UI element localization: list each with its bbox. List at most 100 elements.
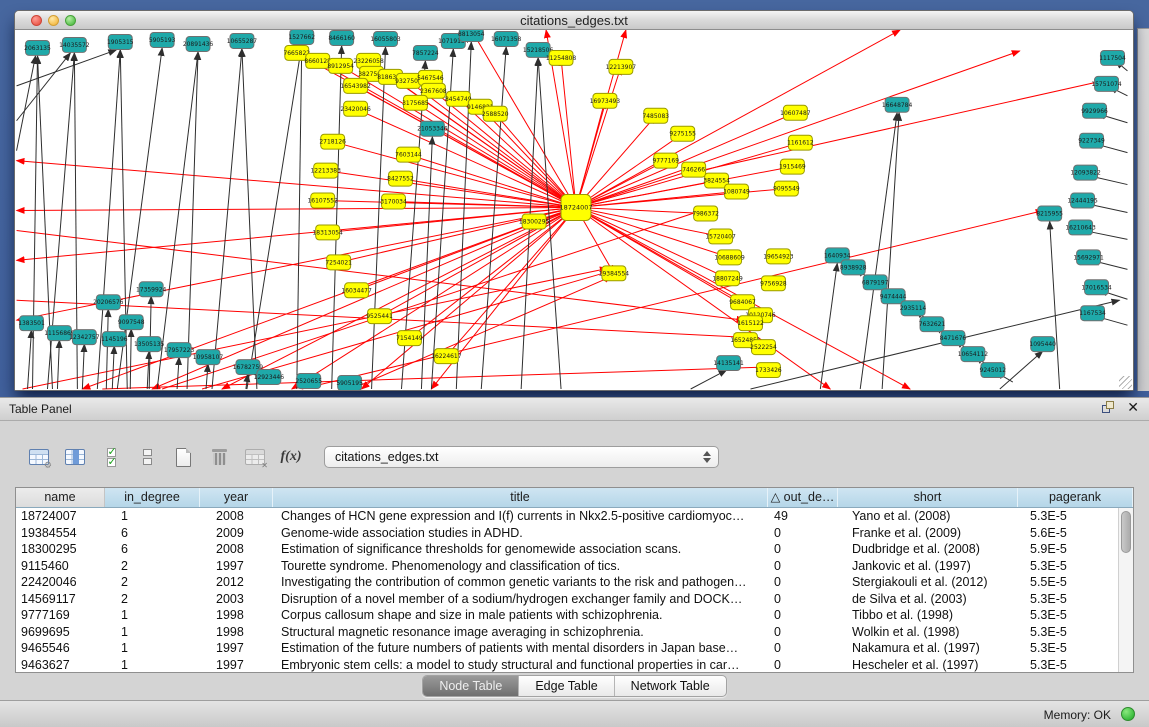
column-header-5[interactable]: short — [838, 488, 1018, 507]
graph-node[interactable]: 7603144 — [395, 147, 422, 162]
tab-network-table[interactable]: Network Table — [615, 676, 726, 696]
table-row[interactable]: 1938455462009Genome-wide association stu… — [16, 525, 1118, 542]
tab-node-table[interactable]: Node Table — [423, 676, 519, 696]
tab-edge-table[interactable]: Edge Table — [519, 676, 614, 696]
table-selector-dropdown[interactable]: citations_edges.txt — [324, 446, 719, 468]
background-window-edge[interactable] — [1137, 28, 1149, 391]
graph-node[interactable]: 9245012 — [980, 363, 1007, 378]
float-panel-icon[interactable] — [1102, 401, 1115, 414]
graph-node[interactable]: 10688609 — [714, 250, 745, 265]
graph-node[interactable]: 2522254 — [750, 340, 777, 355]
graph-node[interactable]: 16543982 — [340, 78, 371, 93]
graph-node[interactable]: 2718126 — [319, 134, 346, 149]
graph-node[interactable]: 7857224 — [412, 45, 439, 60]
graph-node[interactable]: 1080749 — [723, 184, 750, 199]
table-scrollbar-thumb[interactable] — [1121, 511, 1131, 553]
graph-node[interactable]: 15720407 — [705, 229, 736, 244]
graph-node[interactable]: 10607487 — [780, 105, 811, 120]
graph-node[interactable]: 19384554 — [599, 266, 630, 281]
graph-node[interactable]: 12093822 — [1070, 165, 1101, 180]
graph-node[interactable]: 16224617 — [431, 349, 462, 364]
graph-node[interactable]: 15692971 — [1073, 250, 1104, 265]
graph-node[interactable]: 9095549 — [773, 181, 800, 196]
graph-node[interactable]: 18300295 — [519, 214, 550, 229]
graph-node[interactable]: 9929966 — [1081, 103, 1108, 118]
graph-node[interactable]: 12342757 — [69, 330, 100, 345]
graph-node[interactable]: 1915469 — [779, 159, 806, 174]
graph-node[interactable]: 14135141 — [713, 356, 744, 371]
graph-node[interactable]: 20891436 — [183, 36, 214, 51]
graph-node[interactable]: 10958107 — [193, 350, 224, 365]
network-window-titlebar[interactable]: citations_edges.txt — [15, 11, 1133, 30]
graph-node[interactable]: 1095440 — [1029, 337, 1056, 352]
graph-node[interactable]: 8813054 — [458, 30, 485, 41]
graph-node[interactable]: 1117504 — [1099, 50, 1126, 65]
column-header-3[interactable]: title — [273, 488, 768, 507]
graph-node[interactable]: 8912954 — [327, 58, 354, 73]
graph-node[interactable]: 10655287 — [227, 33, 258, 48]
table-row[interactable]: 969969511998Structural magnetic resonanc… — [16, 624, 1118, 641]
close-panel-icon[interactable]: ✕ — [1127, 401, 1139, 414]
graph-node[interactable]: 2935114 — [900, 301, 927, 316]
graph-node[interactable]: 18807249 — [712, 271, 743, 286]
graph-node[interactable]: 8215955 — [1036, 206, 1063, 221]
graph-node[interactable]: 3170034 — [380, 194, 407, 209]
graph-node[interactable]: 7632621 — [919, 317, 946, 332]
graph-node[interactable]: 17016534 — [1081, 280, 1112, 295]
graph-node[interactable]: 8466160 — [328, 30, 355, 45]
graph-node[interactable]: 2520655 — [295, 374, 322, 389]
graph-node[interactable]: 6879197 — [862, 275, 889, 290]
column-visibility-icon[interactable] — [60, 443, 90, 471]
rows-icon[interactable] — [132, 443, 162, 471]
graph-node[interactable]: 13505135 — [134, 337, 165, 352]
graph-node[interactable]: 9097548 — [118, 315, 145, 330]
graph-node[interactable]: 21053346 — [417, 121, 448, 136]
graph-node[interactable]: 18313054 — [312, 225, 343, 240]
delete-table-icon[interactable]: ✕ — [240, 443, 270, 471]
graph-node[interactable]: 10654112 — [958, 347, 989, 362]
column-header-6[interactable]: pagerank — [1018, 488, 1133, 507]
graph-node[interactable]: 17359924 — [136, 282, 167, 297]
graph-node[interactable]: 12923446 — [254, 370, 285, 385]
row-checklist-icon[interactable] — [96, 443, 126, 471]
graph-node[interactable]: 1167534 — [1079, 306, 1106, 321]
graph-node[interactable]: 11254808 — [546, 50, 577, 65]
graph-node[interactable]: 16034477 — [341, 283, 372, 298]
graph-node[interactable]: 1383501 — [18, 316, 45, 331]
graph-node[interactable]: 17957223 — [164, 343, 195, 358]
graph-node[interactable]: 7154149 — [396, 331, 423, 346]
graph-node[interactable]: 1905315 — [107, 34, 134, 49]
graph-node[interactable]: 1615122 — [737, 316, 764, 331]
graph-node[interactable]: 9777169 — [652, 153, 679, 168]
graph-node[interactable]: 9756928 — [760, 276, 787, 291]
window-resize-grip[interactable] — [1119, 376, 1132, 389]
graph-node[interactable]: 16210643 — [1065, 220, 1096, 235]
table-row[interactable]: 946362711997Embryonic stem cells: a mode… — [16, 657, 1118, 673]
table-row[interactable]: 1456911722003Disruption of a novel membe… — [16, 591, 1118, 608]
function-builder-icon[interactable]: f(x) — [276, 443, 306, 471]
table-row[interactable]: 2242004622012Investigating the contribut… — [16, 574, 1118, 591]
graph-node[interactable]: 9227349 — [1078, 133, 1105, 148]
network-canvas[interactable]: 2063135140355721905315590519320891436106… — [15, 30, 1133, 390]
graph-node[interactable]: 7986372 — [692, 206, 719, 221]
graph-node[interactable]: 12444195 — [1067, 193, 1098, 208]
memory-ok-indicator[interactable] — [1121, 707, 1135, 721]
graph-node[interactable]: 12213383 — [310, 163, 341, 178]
graph-node[interactable]: 5905193 — [149, 32, 176, 47]
graph-node[interactable]: 9525441 — [366, 309, 393, 324]
graph-node[interactable]: 18724007 — [560, 195, 593, 221]
table-row[interactable]: 946554611997Estimation of the future num… — [16, 640, 1118, 657]
graph-node[interactable]: 9275155 — [669, 126, 696, 141]
graph-node[interactable]: 16055803 — [370, 31, 401, 46]
graph-node[interactable]: 746266 — [682, 162, 706, 177]
table-row[interactable]: 911546021997Tourette syndrome. Phenomeno… — [16, 558, 1118, 575]
table-row[interactable]: 1830029562008Estimation of significance … — [16, 541, 1118, 558]
graph-node[interactable]: 23420046 — [340, 101, 371, 116]
graph-node[interactable]: 20206576 — [93, 295, 124, 310]
network-view[interactable]: 2063135140355721905315590519320891436106… — [15, 30, 1133, 390]
graph-node[interactable]: 1161612 — [787, 135, 814, 150]
table-scrollbar[interactable] — [1118, 508, 1133, 672]
graph-node[interactable]: 2588520 — [482, 106, 509, 121]
graph-node[interactable]: 16107552 — [308, 193, 339, 208]
table-row[interactable]: 1872400712008Changes of HCN gene express… — [16, 508, 1118, 525]
